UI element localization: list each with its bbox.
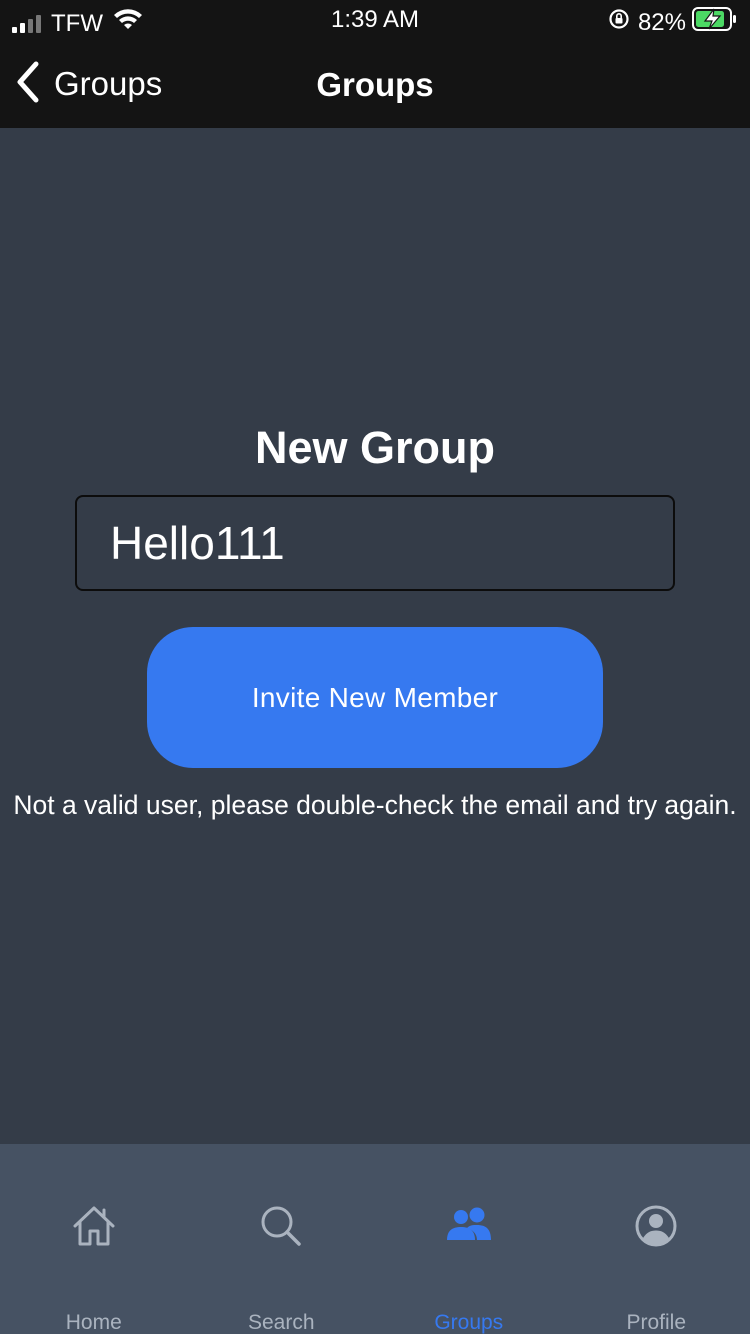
tab-search-label: Search: [247, 1311, 315, 1334]
tab-bar: Home Search Groups Profile: [0, 1144, 750, 1334]
search-icon: [257, 1202, 305, 1250]
tab-groups[interactable]: Groups: [375, 1144, 563, 1334]
battery-charging-icon: [692, 7, 738, 38]
invite-new-member-button[interactable]: Invite New Member: [147, 627, 603, 768]
group-name-input[interactable]: [75, 495, 675, 591]
battery-percent: 82%: [637, 8, 686, 36]
tab-groups-label: Groups: [434, 1311, 504, 1334]
error-message: Not a valid user, please double-check th…: [13, 790, 737, 820]
tab-profile[interactable]: Profile: [563, 1144, 750, 1334]
status-bar: TFW 1:39 AM 82%: [0, 0, 750, 40]
users-icon: [445, 1202, 493, 1250]
navigation-bar: Groups Groups: [0, 40, 750, 128]
screen: TFW 1:39 AM 82% Groups Groups New Group …: [0, 0, 750, 1334]
tab-home[interactable]: Home: [0, 1144, 188, 1334]
main-content: New Group Invite New Member Not a valid …: [0, 128, 750, 1144]
tab-search[interactable]: Search: [188, 1144, 376, 1334]
home-icon: [70, 1202, 118, 1250]
tab-profile-label: Profile: [626, 1311, 687, 1334]
tab-home-label: Home: [65, 1311, 122, 1334]
user-circle-icon: [632, 1202, 680, 1250]
nav-title: Groups: [316, 66, 434, 103]
page-title: New Group: [254, 422, 495, 473]
status-right: 82%: [608, 7, 738, 38]
orientation-lock-icon: [608, 8, 630, 37]
